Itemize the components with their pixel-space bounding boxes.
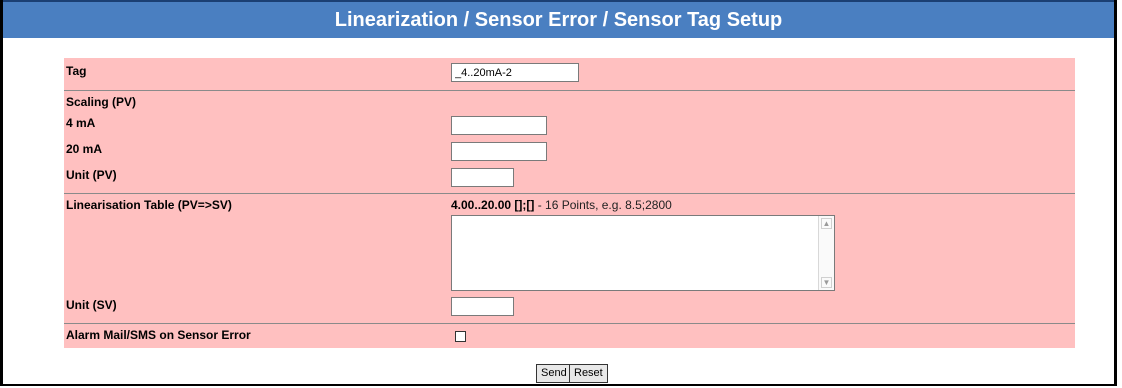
unit-pv-input[interactable] [451,168,514,187]
ma4-label: 4 mA [66,116,96,130]
lin-table-example: - 16 Points, e.g. 8.5;2800 [534,198,672,212]
page-title: Linearization / Sensor Error / Sensor Ta… [3,0,1114,38]
lin-table-hint: 4.00..20.00 [];[] - 16 Points, e.g. 8.5;… [451,198,672,212]
unit-pv-label: Unit (PV) [66,168,117,182]
alarm-checkbox[interactable] [455,331,466,342]
tag-label: Tag [66,64,87,78]
ma4-input[interactable] [451,116,547,135]
divider [64,323,1075,324]
unit-sv-input[interactable] [451,297,514,316]
ma20-input[interactable] [451,142,547,161]
scroll-down-icon[interactable]: ▼ [821,277,832,288]
divider [64,90,1075,91]
send-button[interactable]: Send [536,364,572,383]
alarm-label: Alarm Mail/SMS on Sensor Error [66,328,251,342]
lin-table-separator: [];[] [514,198,535,212]
unit-sv-label: Unit (SV) [66,298,117,312]
page-title-text: Linearization / Sensor Error / Sensor Ta… [334,8,783,31]
lin-table-label: Linearisation Table (PV=>SV) [66,198,232,212]
reset-button[interactable]: Reset [569,364,608,383]
lin-table-range: 4.00..20.00 [451,198,512,212]
lin-table-textarea[interactable]: ▲ ▼ [451,215,835,291]
tag-input[interactable] [451,63,579,82]
settings-panel: Tag Scaling (PV) 4 mA 20 mA Unit (PV) Li… [64,58,1075,348]
scroll-up-icon[interactable]: ▲ [821,218,832,229]
ma20-label: 20 mA [66,142,103,156]
divider [64,193,1075,194]
scaling-label: Scaling (PV) [66,95,137,109]
textarea-scrollbar[interactable]: ▲ ▼ [818,216,834,290]
